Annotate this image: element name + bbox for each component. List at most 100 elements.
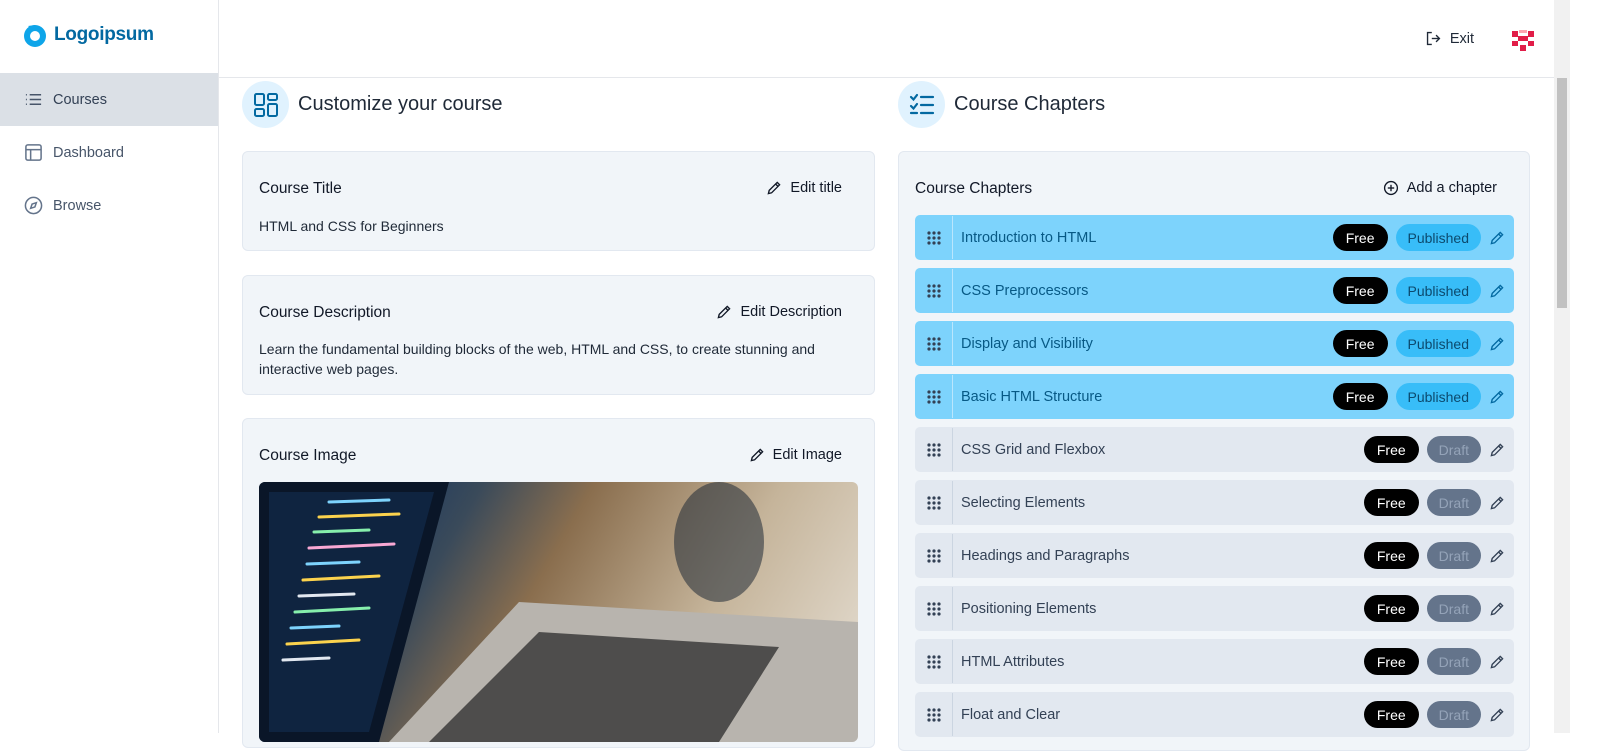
exit-button[interactable]: Exit <box>1425 30 1474 47</box>
edit-chapter-pencil-icon[interactable] <box>1489 283 1513 299</box>
chapter-title: Basic HTML Structure <box>961 388 1103 405</box>
edit-chapter-pencil-icon[interactable] <box>1489 548 1513 564</box>
sidebar: Logoipsum Courses Dashboard Browse <box>0 0 219 733</box>
edit-description-button[interactable]: Edit Description <box>716 304 842 320</box>
edit-title-button[interactable]: Edit title <box>766 180 842 196</box>
course-image-label: Course Image <box>259 447 357 464</box>
edit-chapter-pencil-icon[interactable] <box>1489 601 1513 617</box>
sidebar-item-courses[interactable]: Courses <box>0 73 218 126</box>
logo[interactable]: Logoipsum <box>22 22 154 48</box>
edit-description-label: Edit Description <box>740 304 842 320</box>
pencil-icon <box>750 448 764 462</box>
edit-chapter-pencil-icon[interactable] <box>1489 389 1513 405</box>
chapter-row[interactable]: Float and Clear Free Draft <box>915 692 1514 737</box>
list-icon <box>25 93 42 106</box>
free-badge: Free <box>1332 277 1388 304</box>
chapters-card-title: Course Chapters <box>915 180 1033 197</box>
free-badge: Free <box>1363 648 1419 675</box>
sidebar-item-label: Courses <box>53 91 107 108</box>
course-image <box>259 482 858 742</box>
chapter-row[interactable]: HTML Attributes Free Draft <box>915 639 1514 684</box>
add-chapter-label: Add a chapter <box>1406 180 1497 196</box>
avatar-icon <box>1510 27 1536 53</box>
chapter-title: Selecting Elements <box>961 494 1086 511</box>
status-badge: Published <box>1395 330 1481 357</box>
chapter-row[interactable]: Headings and Paragraphs Free Draft <box>915 533 1514 578</box>
sidebar-item-dashboard[interactable]: Dashboard <box>0 126 218 179</box>
edit-image-label: Edit Image <box>772 447 842 463</box>
avatar[interactable] <box>1510 27 1536 53</box>
pencil-icon <box>767 181 781 195</box>
grip-icon[interactable] <box>916 481 953 524</box>
plus-circle-icon <box>1383 180 1398 196</box>
compass-icon <box>24 196 43 215</box>
status-badge: Published <box>1395 277 1481 304</box>
status-badge: Draft <box>1426 489 1481 516</box>
chapter-title: Headings and Paragraphs <box>961 547 1130 564</box>
free-badge: Free <box>1332 383 1388 410</box>
grip-icon[interactable] <box>916 322 953 365</box>
sidebar-item-browse[interactable]: Browse <box>0 179 218 232</box>
scrollbar-thumb[interactable] <box>1557 78 1567 308</box>
course-title-value: HTML and CSS for Beginners <box>259 218 444 234</box>
chapters-header: Course Chapters <box>898 81 1105 128</box>
edit-chapter-pencil-icon[interactable] <box>1489 654 1513 670</box>
chapter-title: CSS Grid and Flexbox <box>961 441 1106 458</box>
grip-icon[interactable] <box>916 375 953 418</box>
chapter-row[interactable]: CSS Preprocessors Free Published <box>915 268 1514 313</box>
exit-label: Exit <box>1449 30 1474 47</box>
edit-chapter-pencil-icon[interactable] <box>1489 336 1513 352</box>
status-badge: Draft <box>1426 436 1481 463</box>
sidebar-nav: Courses Dashboard Browse <box>0 73 218 232</box>
edit-chapter-pencil-icon[interactable] <box>1489 230 1513 246</box>
status-badge: Published <box>1395 383 1481 410</box>
course-chapters-card: Course Chapters Add a chapter Introducti… <box>898 151 1530 751</box>
status-badge: Draft <box>1426 595 1481 622</box>
chapter-title: Introduction to HTML <box>961 229 1097 246</box>
course-title-label: Course Title <box>259 180 342 197</box>
chapter-row[interactable]: Positioning Elements Free Draft <box>915 586 1514 631</box>
logo-icon <box>24 25 46 47</box>
layout-icon <box>25 144 42 161</box>
edit-chapter-pencil-icon[interactable] <box>1489 707 1513 723</box>
chapter-row[interactable]: Basic HTML Structure Free Published <box>915 374 1514 419</box>
free-badge: Free <box>1363 436 1419 463</box>
scrollbar[interactable] <box>1554 0 1570 733</box>
log-out-icon <box>1426 31 1441 46</box>
topbar: Exit <box>219 0 1554 78</box>
sidebar-item-label: Browse <box>53 197 102 214</box>
course-title-card: Course Title Edit title HTML and CSS for… <box>242 151 875 251</box>
grip-icon[interactable] <box>916 534 953 577</box>
edit-chapter-pencil-icon[interactable] <box>1489 442 1513 458</box>
sidebar-item-label: Dashboard <box>53 144 124 161</box>
free-badge: Free <box>1363 489 1419 516</box>
status-badge: Draft <box>1426 701 1481 728</box>
grip-icon[interactable] <box>916 216 953 259</box>
grip-icon[interactable] <box>916 269 953 312</box>
customize-header: Customize your course <box>242 81 503 128</box>
add-chapter-button[interactable]: Add a chapter <box>1383 180 1497 196</box>
logo-text: Logoipsum <box>54 24 154 45</box>
edit-image-button[interactable]: Edit Image <box>749 447 842 463</box>
chapter-title: Positioning Elements <box>961 600 1097 617</box>
edit-chapter-pencil-icon[interactable] <box>1489 495 1513 511</box>
chapter-row[interactable]: CSS Grid and Flexbox Free Draft <box>915 427 1514 472</box>
free-badge: Free <box>1363 542 1419 569</box>
chapter-row[interactable]: Introduction to HTML Free Published <box>915 215 1514 260</box>
status-badge: Published <box>1395 224 1481 251</box>
layout-dashboard-icon <box>242 81 289 128</box>
chapter-title: CSS Preprocessors <box>961 282 1089 299</box>
free-badge: Free <box>1332 224 1388 251</box>
grip-icon[interactable] <box>916 640 953 683</box>
grip-icon[interactable] <box>916 693 953 736</box>
free-badge: Free <box>1332 330 1388 357</box>
course-description-card: Course Description Edit Description Lear… <box>242 275 875 395</box>
grip-icon[interactable] <box>916 428 953 471</box>
chapter-row[interactable]: Selecting Elements Free Draft <box>915 480 1514 525</box>
chapter-row[interactable]: Display and Visibility Free Published <box>915 321 1514 366</box>
grip-icon[interactable] <box>916 587 953 630</box>
course-description-label: Course Description <box>259 304 391 321</box>
list-checks-icon <box>898 81 945 128</box>
chapters-section-title: Course Chapters <box>954 93 1106 115</box>
free-badge: Free <box>1363 701 1419 728</box>
